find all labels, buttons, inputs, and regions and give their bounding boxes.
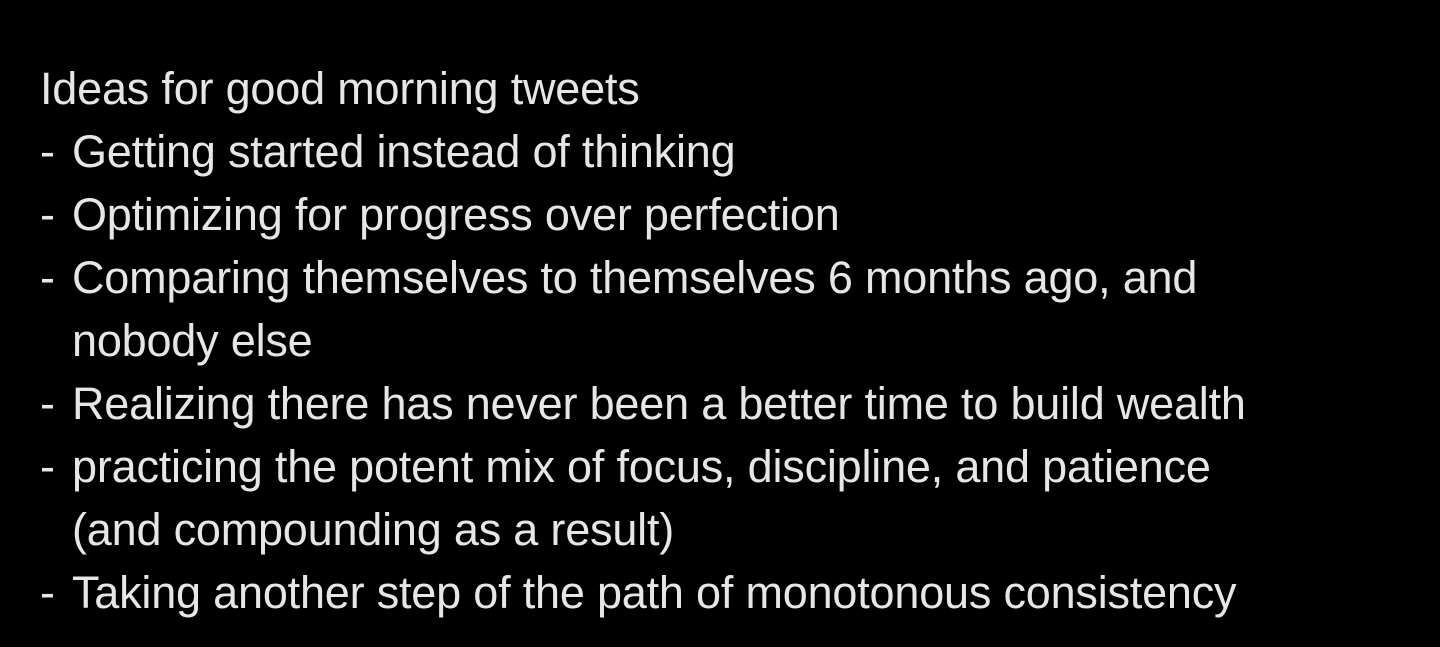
list-item: - Getting started instead of thinking xyxy=(40,120,1420,183)
list-item-text: Taking another step of the path of monot… xyxy=(72,561,1420,624)
list-bullet: - xyxy=(40,441,55,492)
list-item-text: Optimizing for progress over perfection xyxy=(72,183,1420,246)
list-item-line: (and compounding as a result) xyxy=(72,504,675,555)
note-editor[interactable]: Ideas for good morning tweets - Getting … xyxy=(40,57,1420,624)
list-item-line: Taking another step of the path of monot… xyxy=(72,567,1237,618)
list-item-line: nobody else xyxy=(72,315,313,366)
list-item-text: Realizing there has never been a better … xyxy=(72,372,1420,435)
list-item-text: Comparing themselves to themselves 6 mon… xyxy=(72,246,1420,372)
list-item: - practicing the potent mix of focus, di… xyxy=(40,435,1420,561)
list-bullet: - xyxy=(40,567,55,618)
list-item-line: Getting started instead of thinking xyxy=(72,126,736,177)
list-item: - Comparing themselves to themselves 6 m… xyxy=(40,246,1420,372)
list-item-line: practicing the potent mix of focus, disc… xyxy=(72,441,1211,492)
list-item-line: Comparing themselves to themselves 6 mon… xyxy=(72,252,1198,303)
note-title: Ideas for good morning tweets xyxy=(40,63,640,114)
list-item: - Taking another step of the path of mon… xyxy=(40,561,1420,624)
list-bullet: - xyxy=(40,378,55,429)
list-item-text: Getting started instead of thinking xyxy=(72,120,1420,183)
list-bullet: - xyxy=(40,252,55,303)
list-item-line: Optimizing for progress over perfection xyxy=(72,189,840,240)
idea-list: - Getting started instead of thinking - … xyxy=(40,120,1420,624)
list-item-text: practicing the potent mix of focus, disc… xyxy=(72,435,1420,561)
list-bullet: - xyxy=(40,189,55,240)
list-bullet: - xyxy=(40,126,55,177)
list-item: - Optimizing for progress over perfectio… xyxy=(40,183,1420,246)
list-item: - Realizing there has never been a bette… xyxy=(40,372,1420,435)
list-item-line: Realizing there has never been a better … xyxy=(72,378,1246,429)
